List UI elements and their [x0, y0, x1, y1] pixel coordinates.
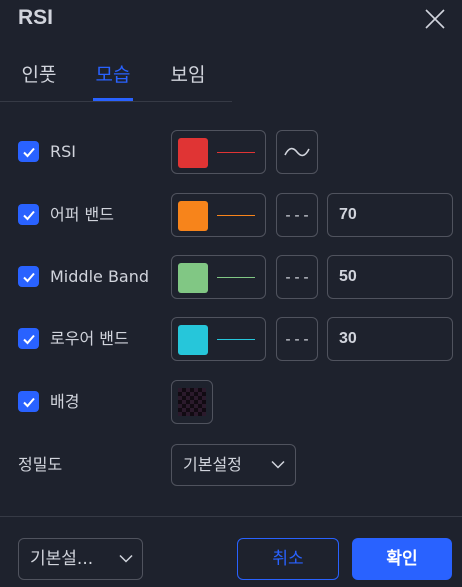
rsi-line-preview [217, 152, 255, 153]
row-upper-band: 어퍼 밴드 --- [0, 193, 462, 237]
tab-style[interactable]: 모습 [93, 58, 133, 101]
middle-band-label: Middle Band [50, 267, 150, 286]
row-background: 배경 [0, 380, 462, 424]
upper-band-label: 어퍼 밴드 [50, 205, 114, 224]
precision-selected-value: 기본설정 [183, 455, 242, 474]
rsi-color-swatch [178, 138, 208, 168]
checkmark-icon [22, 147, 35, 157]
middle-band-line-preview [217, 277, 255, 278]
defaults-dropdown-button[interactable]: 기본설... [18, 538, 143, 580]
background-checkbox[interactable] [18, 391, 39, 412]
upper-band-line-style-button[interactable]: --- [276, 193, 318, 237]
rsi-plot-style-button[interactable] [276, 130, 318, 174]
checkmark-icon [22, 334, 35, 344]
lower-band-color-button[interactable] [171, 317, 266, 361]
lower-band-value-input[interactable] [327, 317, 453, 361]
checkmark-icon [22, 272, 35, 282]
checkmark-icon [22, 210, 35, 220]
close-icon [425, 9, 445, 29]
rsi-label: RSI [50, 142, 76, 161]
tab-bar: 인풋 모습 보임 [0, 58, 232, 102]
upper-band-value-input[interactable] [327, 193, 453, 237]
line-curve-icon [284, 147, 310, 157]
upper-band-color-swatch [178, 201, 208, 231]
middle-band-line-style-button[interactable]: --- [276, 255, 318, 299]
lower-band-checkbox[interactable] [18, 328, 39, 349]
tab-inputs[interactable]: 인풋 [18, 58, 60, 101]
background-label: 배경 [50, 392, 80, 411]
close-button[interactable] [418, 2, 452, 36]
lower-band-label: 로우어 밴드 [50, 329, 129, 348]
footer-divider [0, 516, 462, 517]
precision-select[interactable]: 기본설정 [171, 444, 296, 486]
lower-band-line-preview [217, 339, 255, 340]
upper-band-checkbox[interactable] [18, 204, 39, 225]
defaults-label: 기본설... [30, 549, 94, 569]
middle-band-color-swatch [178, 263, 208, 293]
dashed-line-icon: --- [283, 268, 311, 286]
upper-band-line-preview [217, 215, 255, 216]
rsi-checkbox[interactable] [18, 141, 39, 162]
precision-label: 정밀도 [18, 455, 63, 474]
tab-visibility[interactable]: 보임 [167, 58, 209, 101]
rsi-settings-dialog: RSI 인풋 모습 보임 RSI 어퍼 밴드 --- 70 Middle Ban… [0, 0, 462, 587]
chevron-down-icon [119, 554, 133, 563]
cancel-button[interactable]: 취소 [237, 538, 339, 580]
middle-band-value-input[interactable] [327, 255, 453, 299]
upper-band-color-button[interactable] [171, 193, 266, 237]
row-rsi: RSI [0, 130, 462, 174]
row-lower-band: 로우어 밴드 --- [0, 317, 462, 361]
lower-band-line-style-button[interactable]: --- [276, 317, 318, 361]
ok-button[interactable]: 확인 [352, 538, 452, 580]
checkmark-icon [22, 397, 35, 407]
row-middle-band: Middle Band --- [0, 255, 462, 299]
dashed-line-icon: --- [283, 206, 311, 224]
lower-band-color-swatch [178, 325, 208, 355]
transparency-checker-icon [178, 388, 206, 416]
dialog-title: RSI [18, 6, 54, 29]
rsi-color-button[interactable] [171, 130, 266, 174]
background-color-button[interactable] [171, 380, 213, 424]
middle-band-checkbox[interactable] [18, 266, 39, 287]
chevron-down-icon [271, 460, 285, 469]
middle-band-color-button[interactable] [171, 255, 266, 299]
dashed-line-icon: --- [283, 330, 311, 348]
